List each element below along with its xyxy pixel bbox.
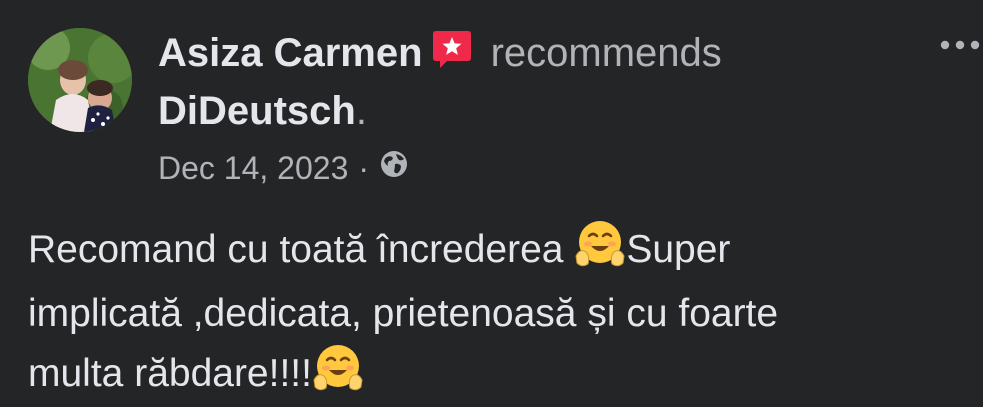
page-link[interactable]: DiDeutsch	[158, 89, 356, 133]
post-card: Asiza Carmen recommends DiDeutsch. Dec 14,…	[0, 0, 983, 407]
body-text-part1: Recomand cu toată încrederea	[28, 228, 575, 271]
post-body: Recomand cu toată încrederea Super impli…	[28, 218, 968, 407]
hugging-face-emoji	[312, 342, 364, 407]
more-options-icon[interactable]	[937, 30, 983, 60]
post-meta: Dec 14, 2023 ·	[158, 148, 409, 188]
post-date[interactable]: Dec 14, 2023	[158, 148, 348, 188]
post-header: Asiza Carmen recommends DiDeutsch.	[158, 26, 858, 138]
globe-icon[interactable]	[379, 148, 409, 188]
avatar-photo	[28, 28, 132, 132]
recommendation-star-icon	[431, 28, 473, 84]
body-text-line2: implicată ,dedicata, prietenoasă și cu f…	[28, 292, 779, 335]
author-name[interactable]: Asiza Carmen	[158, 31, 423, 75]
author-avatar[interactable]	[28, 28, 132, 132]
body-text-line3: multa răbdare!!!!	[28, 352, 312, 395]
header-period: .	[355, 89, 367, 133]
action-text: recommends	[490, 31, 722, 75]
hugging-face-emoji	[574, 218, 626, 286]
meta-separator: ·	[358, 150, 370, 186]
body-text-part2: Super	[626, 228, 731, 271]
